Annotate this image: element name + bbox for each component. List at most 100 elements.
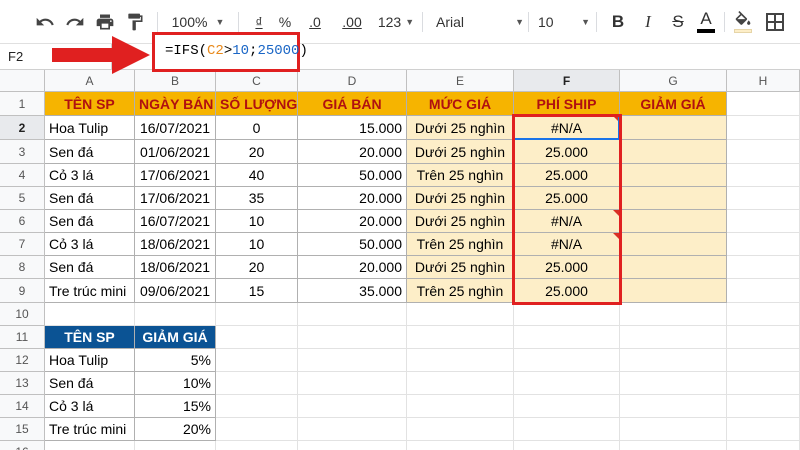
discount-cell[interactable]: Hoa Tulip: [45, 349, 135, 372]
cell[interactable]: [407, 303, 514, 326]
column-header-f[interactable]: F: [514, 70, 620, 92]
cell[interactable]: [216, 372, 298, 395]
cell[interactable]: [407, 372, 514, 395]
cell[interactable]: [727, 349, 800, 372]
decrease-decimal-button[interactable]: .0: [298, 8, 332, 36]
table-cell[interactable]: #N/A: [514, 233, 620, 256]
row-header-10[interactable]: 10: [0, 303, 45, 326]
table-cell[interactable]: 25.000: [514, 187, 620, 210]
discount-cell[interactable]: Cỏ 3 lá: [45, 395, 135, 418]
cell[interactable]: [45, 441, 135, 450]
cell[interactable]: [620, 349, 727, 372]
table-cell[interactable]: [620, 279, 727, 303]
discount-cell[interactable]: 15%: [135, 395, 216, 418]
table-cell[interactable]: Cỏ 3 lá: [45, 233, 135, 256]
formula-highlight-box[interactable]: =IFS(C2>10;25000): [152, 32, 308, 72]
table-cell[interactable]: Dưới 25 nghìn: [407, 187, 514, 210]
table-cell[interactable]: 20: [216, 256, 298, 279]
cell[interactable]: [620, 303, 727, 326]
table-header-cell[interactable]: PHÍ SHIP: [514, 92, 620, 116]
table-cell[interactable]: 09/06/2021: [135, 279, 216, 303]
font-size-select[interactable]: 10 ▼: [534, 8, 590, 36]
row-header-1[interactable]: 1: [0, 92, 45, 116]
table-header-cell[interactable]: TÊN SP: [45, 92, 135, 116]
table-header-cell[interactable]: NGÀY BÁN: [135, 92, 216, 116]
table-cell[interactable]: Trên 25 nghìn: [407, 164, 514, 187]
cell[interactable]: [620, 395, 727, 418]
cell[interactable]: [298, 395, 407, 418]
print-icon[interactable]: [90, 8, 120, 36]
table-cell[interactable]: 01/06/2021: [135, 140, 216, 164]
table-cell[interactable]: Cỏ 3 lá: [45, 164, 135, 187]
table-cell[interactable]: Sen đá: [45, 140, 135, 164]
font-family-select[interactable]: Arial ▼: [432, 8, 524, 36]
cell[interactable]: [298, 372, 407, 395]
table-cell[interactable]: 15: [216, 279, 298, 303]
table-cell[interactable]: 25.000: [514, 256, 620, 279]
row-header-14[interactable]: 14: [0, 395, 45, 418]
table-cell[interactable]: Sen đá: [45, 256, 135, 279]
table-cell[interactable]: 40: [216, 164, 298, 187]
cell[interactable]: [727, 92, 800, 116]
cell[interactable]: [727, 116, 800, 140]
table-cell[interactable]: #N/A: [514, 210, 620, 233]
cell[interactable]: [407, 441, 514, 450]
table-cell[interactable]: [620, 187, 727, 210]
cell[interactable]: [620, 418, 727, 441]
table-cell[interactable]: Hoa Tulip: [45, 116, 135, 140]
table-cell[interactable]: Tre trúc mini: [45, 279, 135, 303]
table-cell[interactable]: [620, 164, 727, 187]
column-header-d[interactable]: D: [298, 70, 407, 92]
bold-button[interactable]: B: [604, 8, 632, 36]
increase-decimal-button[interactable]: .00: [332, 8, 372, 36]
cell[interactable]: [727, 372, 800, 395]
cell[interactable]: [727, 279, 800, 303]
table-cell[interactable]: #N/A: [514, 116, 620, 140]
table-cell[interactable]: 35: [216, 187, 298, 210]
cell[interactable]: [407, 326, 514, 349]
table-cell[interactable]: Sen đá: [45, 187, 135, 210]
cell[interactable]: [727, 303, 800, 326]
cell[interactable]: [216, 303, 298, 326]
cell[interactable]: [727, 418, 800, 441]
table-cell[interactable]: [620, 116, 727, 140]
cell[interactable]: [514, 395, 620, 418]
table-cell[interactable]: 25.000: [514, 140, 620, 164]
italic-button[interactable]: I: [634, 8, 662, 36]
row-header-11[interactable]: 11: [0, 326, 45, 349]
cell[interactable]: [727, 164, 800, 187]
cell[interactable]: [298, 418, 407, 441]
column-header-c[interactable]: C: [216, 70, 298, 92]
table-cell[interactable]: 25.000: [514, 279, 620, 303]
cell[interactable]: [727, 441, 800, 450]
row-header-16[interactable]: 16: [0, 441, 45, 450]
row-header-4[interactable]: 4: [0, 164, 45, 187]
table-cell[interactable]: 20.000: [298, 187, 407, 210]
table-cell[interactable]: Trên 25 nghìn: [407, 279, 514, 303]
table-cell[interactable]: 17/06/2021: [135, 187, 216, 210]
cell[interactable]: [407, 418, 514, 441]
discount-cell[interactable]: Sen đá: [45, 372, 135, 395]
table-cell[interactable]: [620, 233, 727, 256]
table-cell[interactable]: 18/06/2021: [135, 256, 216, 279]
cell[interactable]: [727, 233, 800, 256]
column-header-g[interactable]: G: [620, 70, 727, 92]
cell[interactable]: [298, 441, 407, 450]
row-header-3[interactable]: 3: [0, 140, 45, 164]
cell[interactable]: [45, 303, 135, 326]
row-header-5[interactable]: 5: [0, 187, 45, 210]
table-cell[interactable]: [620, 210, 727, 233]
discount-cell[interactable]: 5%: [135, 349, 216, 372]
cell[interactable]: [298, 349, 407, 372]
table-cell[interactable]: 20: [216, 140, 298, 164]
column-header-h[interactable]: H: [727, 70, 800, 92]
table-cell[interactable]: Dưới 25 nghìn: [407, 256, 514, 279]
cell[interactable]: [514, 326, 620, 349]
cell[interactable]: [620, 372, 727, 395]
row-header-15[interactable]: 15: [0, 418, 45, 441]
table-cell[interactable]: [620, 256, 727, 279]
table-cell[interactable]: 15.000: [298, 116, 407, 140]
discount-cell[interactable]: Tre trúc mini: [45, 418, 135, 441]
discount-header-cell[interactable]: GIẢM GIÁ: [135, 326, 216, 349]
cell[interactable]: [135, 303, 216, 326]
